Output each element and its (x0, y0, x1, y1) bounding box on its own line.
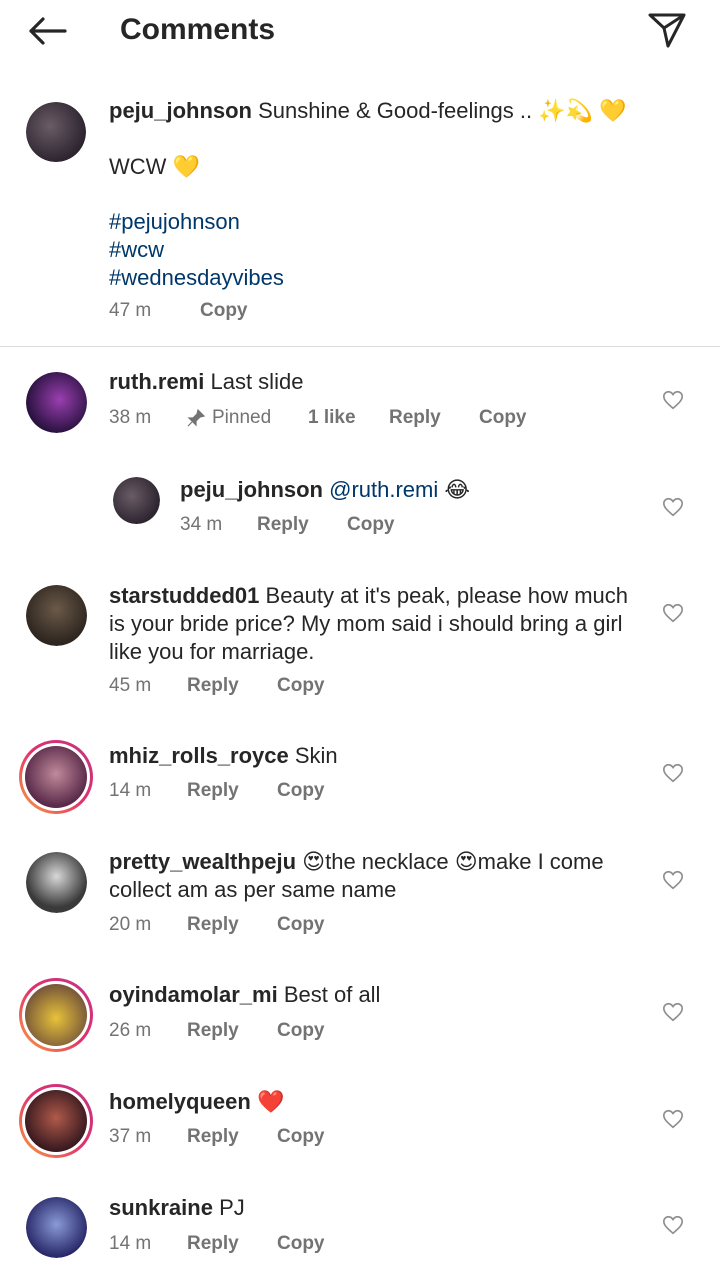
timestamp: 26 m (109, 1020, 152, 1041)
copy-button[interactable]: Copy (277, 675, 325, 697)
heart-icon[interactable] (662, 389, 684, 411)
story-avatar[interactable] (19, 740, 93, 814)
comment-username[interactable]: oyindamolar_mi (109, 982, 278, 1007)
heart-icon[interactable] (662, 762, 684, 784)
comment: mhiz_rolls_royce Skin (109, 742, 639, 770)
comment-meta: 14 m Reply Copy (109, 780, 325, 802)
comment: starstudded01 Beauty at it's peak, pleas… (109, 582, 639, 666)
comment-username[interactable]: sunkraine (109, 1195, 213, 1220)
timestamp: 14 m (109, 1233, 152, 1254)
paper-plane-icon (648, 13, 686, 48)
copy-button[interactable]: Copy (277, 1020, 325, 1042)
timestamp: 47 m (109, 300, 152, 321)
avatar[interactable] (26, 1197, 87, 1258)
comment-text: Best of all (283, 982, 381, 1007)
arrow-left-icon (29, 17, 67, 45)
reply-button[interactable]: Reply (187, 780, 277, 802)
pin-icon (187, 408, 206, 427)
caption-username[interactable]: peju_johnson (109, 98, 252, 123)
comment-meta: 34 m Reply Copy (180, 514, 395, 536)
caption: peju_johnson Sunshine & Good-feelings ..… (109, 97, 699, 292)
story-avatar[interactable] (19, 978, 93, 1052)
comment-username[interactable]: ruth.remi (109, 369, 204, 394)
reply-button[interactable]: Reply (389, 407, 479, 429)
comment-username[interactable]: peju_johnson (180, 477, 323, 502)
caption-text: Sunshine & Good-feelings .. ✨💫 💛 (258, 98, 627, 123)
reply-button[interactable]: Reply (187, 1233, 277, 1255)
avatar[interactable] (26, 852, 87, 913)
heart-icon[interactable] (662, 1108, 684, 1130)
heart-icon[interactable] (662, 496, 684, 518)
copy-button[interactable]: Copy (347, 514, 395, 536)
comment: ruth.remi Last slide (109, 368, 649, 396)
comment-username[interactable]: starstudded01 (109, 583, 259, 608)
comment-username[interactable]: homelyqueen (109, 1089, 251, 1114)
comment-meta: 37 m Reply Copy (109, 1126, 325, 1148)
copy-button[interactable]: Copy (479, 407, 527, 429)
reply-button[interactable]: Reply (257, 514, 347, 536)
reply-button[interactable]: Reply (187, 914, 277, 936)
timestamp: 20 m (109, 914, 152, 935)
comment-text: ❤️ (256, 1089, 285, 1114)
heart-icon[interactable] (662, 1001, 684, 1023)
divider (0, 346, 720, 347)
avatar[interactable] (26, 372, 87, 433)
comment-meta: 38 m Pinned 1 like Reply Copy (109, 407, 527, 429)
pinned-label: Pinned (212, 407, 272, 428)
reply-button[interactable]: Reply (187, 1020, 277, 1042)
reply-comment: peju_johnson @ruth.remi 😂 (180, 476, 650, 504)
timestamp: 38 m (109, 407, 152, 428)
reply-button[interactable]: Reply (187, 1126, 277, 1148)
copy-button[interactable]: Copy (277, 780, 325, 802)
story-avatar[interactable] (19, 1084, 93, 1158)
copy-button[interactable]: Copy (277, 914, 325, 936)
hashtag-link[interactable]: #wednesdayvibes (109, 264, 699, 292)
heart-icon[interactable] (662, 1214, 684, 1236)
copy-button[interactable]: Copy (200, 300, 248, 322)
copy-button[interactable]: Copy (277, 1126, 325, 1148)
comment: oyindamolar_mi Best of all (109, 981, 639, 1009)
timestamp: 45 m (109, 675, 152, 696)
comment-username[interactable]: mhiz_rolls_royce (109, 743, 289, 768)
mention-link[interactable]: @ruth.remi (329, 477, 438, 502)
comment-meta: 20 m Reply Copy (109, 914, 325, 936)
timestamp: 14 m (109, 780, 152, 801)
comment-text: PJ (219, 1195, 245, 1220)
heart-icon[interactable] (662, 602, 684, 624)
caption-meta: 47 m Copy (109, 300, 248, 322)
back-button[interactable] (24, 10, 70, 52)
comment-meta: 45 m Reply Copy (109, 675, 325, 697)
heart-icon[interactable] (662, 869, 684, 891)
share-button[interactable] (644, 8, 690, 52)
comment-text: Skin (294, 743, 338, 768)
avatar[interactable] (26, 585, 87, 646)
copy-button[interactable]: Copy (277, 1233, 325, 1255)
comment: sunkraine PJ (109, 1194, 639, 1222)
caption-line2: WCW 💛 (109, 154, 200, 179)
hashtag-link[interactable]: #wcw (109, 236, 699, 264)
comment-meta: 26 m Reply Copy (109, 1020, 325, 1042)
page-title: Comments (120, 13, 276, 46)
comment-text: Last slide (210, 369, 304, 394)
hashtag-list: #pejujohnson #wcw #wednesdayvibes (109, 208, 699, 292)
avatar[interactable] (26, 102, 86, 162)
comment-username[interactable]: pretty_wealthpeju (109, 849, 296, 874)
reply-button[interactable]: Reply (187, 675, 277, 697)
likes-count[interactable]: 1 like (308, 407, 389, 429)
hashtag-link[interactable]: #pejujohnson (109, 208, 699, 236)
comment: homelyqueen ❤️ (109, 1088, 639, 1116)
avatar[interactable] (113, 477, 160, 524)
emoji: 😂 (444, 477, 471, 502)
header-bar: Comments (0, 0, 720, 64)
comment-meta: 14 m Reply Copy (109, 1233, 325, 1255)
timestamp: 37 m (109, 1126, 152, 1147)
timestamp: 34 m (180, 514, 223, 535)
comment: pretty_wealthpeju 😍the necklace 😍make I … (109, 848, 649, 904)
